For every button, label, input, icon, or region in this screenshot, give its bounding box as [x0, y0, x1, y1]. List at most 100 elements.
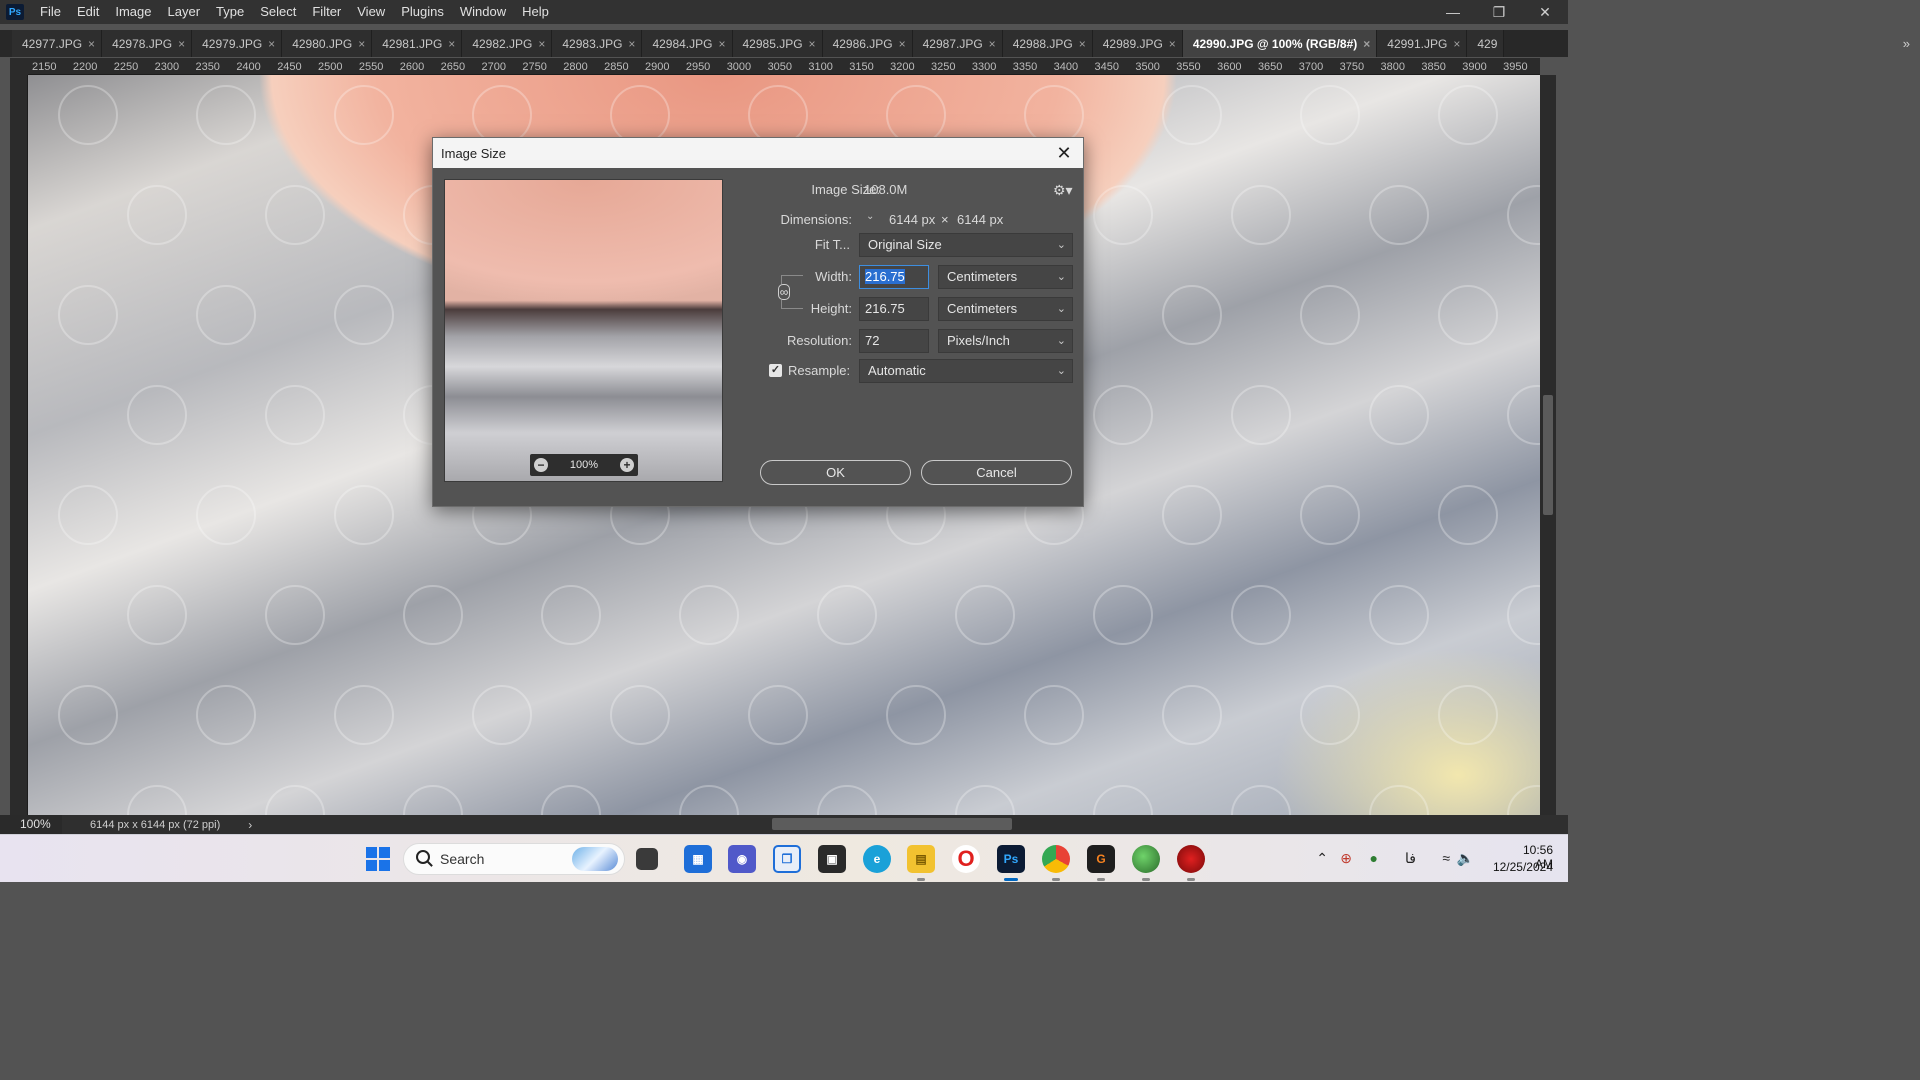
document-tab[interactable]: 42990.JPG @ 100% (RGB/8#) × — [1182, 30, 1378, 57]
minimize-icon[interactable]: — — [1430, 0, 1476, 24]
tab-close-icon[interactable]: × — [358, 37, 365, 51]
width-unit-select[interactable]: Centimeters ⌄ — [938, 265, 1073, 289]
tab-close-icon[interactable]: × — [628, 37, 635, 51]
resample-checkbox[interactable]: ✓ — [769, 364, 782, 377]
document-tab[interactable]: 42982.JPG × — [462, 30, 553, 57]
watermark-logo — [1300, 485, 1360, 545]
menu-plugins[interactable]: Plugins — [393, 0, 452, 24]
clock-date[interactable]: 12/25/2024 — [1493, 860, 1553, 874]
close-window-icon[interactable]: ✕ — [1522, 0, 1568, 24]
tab-close-icon[interactable]: × — [989, 37, 996, 51]
tab-close-icon[interactable]: × — [1363, 37, 1370, 51]
wifi-icon[interactable]: ≈ — [1442, 850, 1450, 866]
resolution-unit-select[interactable]: Pixels/Inch ⌄ — [938, 329, 1073, 353]
gear-icon[interactable]: ⚙▾ — [1053, 182, 1073, 199]
document-tab[interactable]: 42986.JPG × — [822, 30, 913, 57]
vertical-scrollbar[interactable] — [1540, 75, 1556, 815]
file-explorer-icon[interactable]: ▤ — [907, 845, 935, 881]
tab-close-icon[interactable]: × — [1453, 37, 1460, 51]
tab-close-icon[interactable]: × — [538, 37, 545, 51]
document-tab[interactable]: 42987.JPG × — [912, 30, 1003, 57]
document-tab[interactable]: 42980.JPG × — [282, 30, 373, 57]
teams-meet-icon[interactable]: ◉ — [728, 845, 756, 873]
task-view-icon[interactable] — [636, 848, 658, 870]
tab-close-icon[interactable]: × — [448, 37, 455, 51]
menu-image[interactable]: Image — [107, 0, 159, 24]
ruler-tick-label: 3900 — [1462, 61, 1487, 73]
restore-icon[interactable]: ❐ — [1476, 0, 1522, 24]
tab-close-icon[interactable]: × — [809, 37, 816, 51]
ok-button[interactable]: OK — [760, 460, 911, 485]
menu-select[interactable]: Select — [252, 0, 304, 24]
menu-layer[interactable]: Layer — [160, 0, 209, 24]
red-app-icon[interactable] — [1177, 845, 1205, 881]
tab-close-icon[interactable]: × — [1079, 37, 1086, 51]
tab-overflow-icon[interactable]: » — [1903, 30, 1910, 57]
menu-type[interactable]: Type — [208, 0, 252, 24]
ruler-tick-label: 2800 — [563, 61, 588, 73]
height-unit-select[interactable]: Centimeters ⌄ — [938, 297, 1073, 321]
document-tab[interactable]: 42984.JPG × — [642, 30, 733, 57]
snipping-tool-icon[interactable]: ❒ — [773, 845, 801, 873]
resolution-input[interactable]: 72 — [859, 329, 929, 353]
horizontal-scrollbar-thumb[interactable] — [772, 818, 1012, 830]
opera-icon[interactable]: O — [952, 845, 980, 873]
edge-icon[interactable]: e — [863, 845, 891, 873]
document-tab[interactable]: 42978.JPG × — [102, 30, 193, 57]
status-menu-arrow-icon[interactable]: › — [248, 818, 252, 832]
widgets-icon[interactable]: ▦ — [684, 845, 712, 873]
tab-close-icon[interactable]: × — [718, 37, 725, 51]
zoom-level-field[interactable]: 100% — [0, 815, 62, 834]
g-app-icon[interactable]: G — [1087, 845, 1115, 881]
height-input[interactable]: 216.75 — [859, 297, 929, 321]
earth-app-icon[interactable] — [1132, 845, 1160, 881]
ruler-origin[interactable] — [10, 58, 28, 75]
fit-to-select[interactable]: Original Size ⌄ — [859, 233, 1073, 257]
menu-edit[interactable]: Edit — [69, 0, 107, 24]
image-preview[interactable]: − 100% + — [444, 179, 723, 482]
windows-start-icon[interactable] — [366, 847, 390, 871]
close-icon[interactable]: ✕ — [1053, 142, 1075, 164]
constrain-proportions-link-icon[interactable]: ∞ — [778, 284, 790, 300]
dimensions-dropdown-chevron-icon[interactable]: ⌄ — [866, 211, 878, 223]
document-tab[interactable]: 42988.JPG × — [1002, 30, 1093, 57]
microsoft-store-icon[interactable]: ▣ — [818, 845, 846, 873]
resample-select[interactable]: Automatic ⌄ — [859, 359, 1073, 383]
width-input[interactable]: 216.75 — [859, 265, 929, 289]
dialog-titlebar[interactable]: Image Size ✕ — [433, 138, 1083, 168]
tab-close-icon[interactable]: × — [178, 37, 185, 51]
menu-file[interactable]: File — [32, 0, 69, 24]
menu-help[interactable]: Help — [514, 0, 557, 24]
document-tab[interactable]: 42985.JPG × — [732, 30, 823, 57]
document-tab[interactable]: 42977.JPG × — [12, 30, 103, 57]
chrome-icon[interactable] — [1042, 845, 1070, 881]
horizontal-ruler[interactable]: 2150 2200 2250 2300 2350 2400 2450 2500 2550 2600… — [28, 58, 1540, 75]
photoshop-taskbar-icon[interactable]: Ps — [997, 845, 1025, 881]
chevron-up-icon[interactable]: ⌃ — [1316, 850, 1328, 867]
tab-close-icon[interactable]: × — [268, 37, 275, 51]
watermark-logo — [58, 285, 118, 345]
document-tab[interactable]: 42981.JPG × — [372, 30, 463, 57]
vertical-ruler[interactable] — [10, 75, 28, 815]
tab-close-icon[interactable]: × — [899, 37, 906, 51]
zoom-out-icon[interactable]: − — [534, 458, 548, 472]
document-tab[interactable]: 42989.JPG × — [1092, 30, 1183, 57]
network-app-icon[interactable]: ● — [1370, 850, 1378, 866]
watermark-logo — [541, 585, 601, 645]
taskbar-search-box[interactable]: Search — [403, 843, 625, 875]
document-tab[interactable]: 42979.JPG × — [192, 30, 283, 57]
document-tab[interactable]: 429 — [1467, 30, 1505, 57]
tab-close-icon[interactable]: × — [1169, 37, 1176, 51]
language-indicator[interactable]: فا — [1405, 850, 1416, 867]
tab-close-icon[interactable]: × — [88, 37, 95, 51]
menu-window[interactable]: Window — [452, 0, 514, 24]
volume-muted-icon[interactable]: 🔈 — [1457, 850, 1474, 867]
menu-filter[interactable]: Filter — [304, 0, 349, 24]
menu-view[interactable]: View — [349, 0, 393, 24]
document-tab[interactable]: 42991.JPG × — [1377, 30, 1468, 57]
vpn-icon[interactable]: ⊕ — [1340, 850, 1352, 867]
document-tab[interactable]: 42983.JPG × — [552, 30, 643, 57]
vertical-scrollbar-thumb[interactable] — [1543, 395, 1553, 515]
cancel-button[interactable]: Cancel — [921, 460, 1072, 485]
zoom-in-icon[interactable]: + — [619, 458, 634, 472]
